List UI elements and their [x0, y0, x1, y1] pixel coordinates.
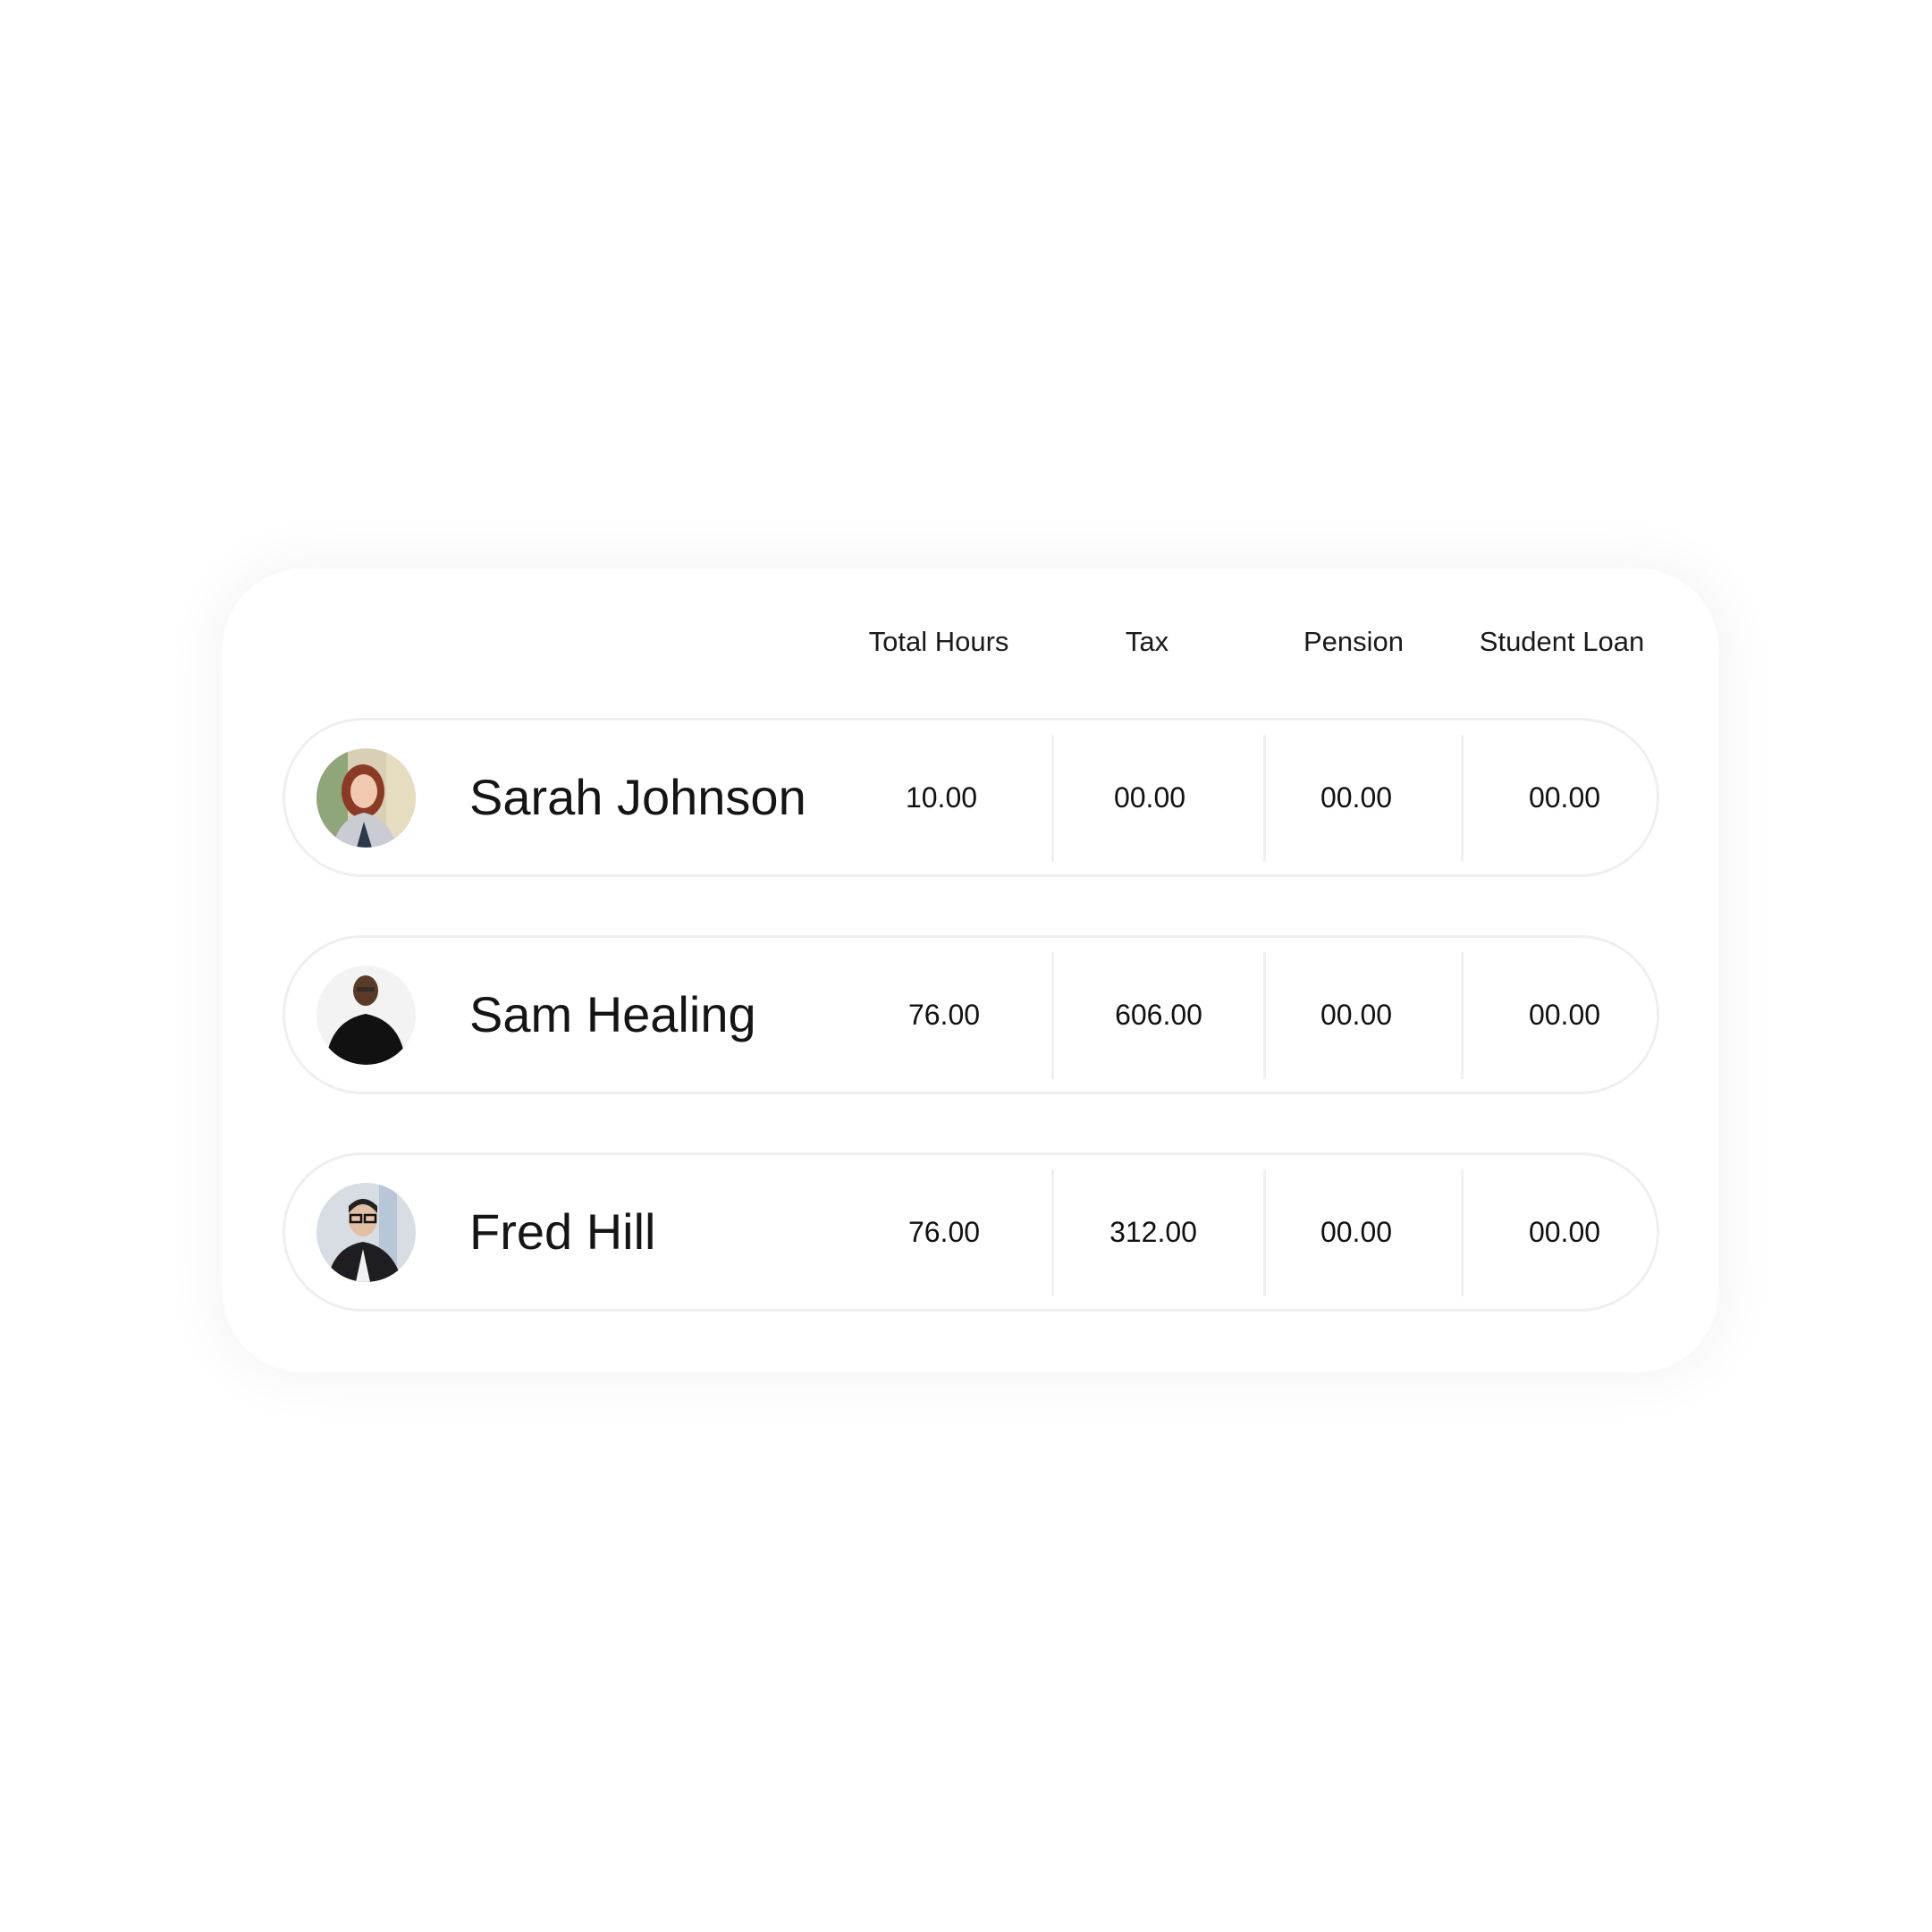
total-hours-value: 76.00: [907, 1216, 981, 1248]
column-divider: [1461, 1169, 1464, 1296]
student-loan-value: 00.00: [1528, 1216, 1601, 1248]
pension-value: 00.00: [1320, 1216, 1393, 1248]
column-header-student-loan: Student Loan: [1479, 626, 1645, 657]
employee-row[interactable]: Fred Hill 76.00 312.00 00.00 00.00: [283, 1152, 1659, 1312]
column-divider: [1461, 735, 1464, 862]
column-header-tax: Tax: [1125, 626, 1169, 657]
employee-row[interactable]: Sam Healing 76.00 606.00 00.00 00.00: [283, 935, 1659, 1094]
pension-value: 00.00: [1320, 999, 1393, 1031]
tax-value: 606.00: [1115, 999, 1202, 1031]
total-hours-value: 76.00: [907, 999, 981, 1031]
tax-value: 00.00: [1113, 781, 1186, 814]
column-divider: [1051, 735, 1054, 862]
column-divider: [1051, 952, 1054, 1079]
column-divider: [1263, 952, 1266, 1079]
avatar: [316, 1183, 416, 1282]
avatar: [316, 966, 416, 1065]
employee-row[interactable]: Sarah Johnson 10.00 00.00 00.00 00.00: [283, 718, 1659, 877]
student-loan-value: 00.00: [1528, 781, 1601, 814]
total-hours-value: 10.00: [905, 781, 978, 814]
column-header-pension: Pension: [1303, 626, 1405, 657]
column-divider: [1263, 735, 1266, 862]
tax-value: 312.00: [1109, 1216, 1197, 1248]
column-divider: [1263, 1169, 1266, 1296]
column-header-total-hours: Total Hours: [868, 626, 1009, 657]
employee-name: Sam Healing: [469, 986, 756, 1042]
avatar: [316, 748, 416, 848]
employee-name: Fred Hill: [469, 1203, 656, 1260]
column-divider: [1461, 952, 1464, 1079]
pension-value: 00.00: [1320, 781, 1393, 814]
employee-name: Sarah Johnson: [469, 769, 806, 825]
student-loan-value: 00.00: [1528, 999, 1601, 1031]
column-divider: [1051, 1169, 1054, 1296]
